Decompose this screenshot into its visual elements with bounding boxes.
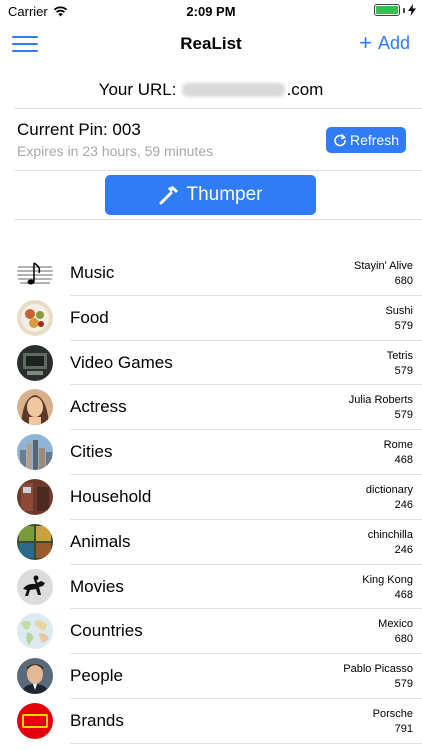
refresh-button[interactable]: Refresh [326, 127, 406, 153]
list-item-movies[interactable]: Movies King Kong 468 [0, 565, 422, 610]
add-label: Add [377, 32, 410, 53]
clock: 2:09 PM [186, 4, 236, 19]
item-top-answer: dictionary [365, 483, 413, 496]
item-top-answer: Tetris [386, 349, 413, 362]
item-top-answer: Porsche [372, 707, 413, 720]
item-detail: King Kong 468 [362, 573, 413, 603]
item-label: Countries [70, 621, 143, 641]
item-detail: Rome 468 [384, 438, 413, 468]
item-top-answer: Pablo Picasso [343, 663, 413, 676]
list-item-people[interactable]: People Pablo Picasso 579 [0, 654, 422, 699]
music-notes-icon [17, 255, 53, 291]
item-detail: Tetris 579 [387, 349, 413, 379]
refresh-icon [334, 133, 346, 147]
battery-icon [374, 4, 400, 16]
item-detail: Julia Roberts 579 [349, 393, 413, 423]
list-item-actress[interactable]: Actress Julia Roberts 579 [0, 385, 422, 431]
charging-bolt-icon [408, 4, 416, 16]
item-count: 246 [394, 498, 413, 511]
item-top-answer: chinchilla [367, 528, 413, 541]
item-count: 468 [394, 588, 413, 601]
list-item-cities[interactable]: Cities Rome 468 [0, 430, 422, 475]
item-count: 579 [394, 364, 413, 377]
list-item-brands[interactable]: Brands Porsche 791 [0, 699, 422, 744]
video-games-icon [17, 344, 53, 381]
plus-icon: + [359, 30, 372, 55]
item-detail: dictionary 246 [366, 483, 413, 513]
item-label: Food [70, 307, 109, 327]
item-label: Household [70, 486, 152, 506]
item-detail: Sushi 579 [385, 304, 413, 334]
item-top-answer: Mexico [378, 618, 413, 631]
redacted-url-host [182, 83, 286, 97]
item-count: 791 [394, 722, 413, 735]
url-suffix: .com [286, 80, 324, 99]
city-skyline-icon [17, 434, 53, 471]
item-count: 579 [394, 678, 413, 691]
item-label: People [70, 666, 123, 686]
item-count: 579 [394, 409, 413, 422]
item-top-answer: Sushi [385, 304, 413, 317]
item-detail: Stayin' Alive 680 [354, 259, 413, 289]
item-label: Actress [70, 397, 127, 417]
thumper-label: Thumper [186, 184, 263, 205]
list-item-food[interactable]: Food Sushi 579 [0, 296, 422, 341]
battery-indicator [374, 4, 416, 16]
item-label: Video Games [70, 352, 173, 372]
item-label: Movies [70, 576, 124, 596]
item-count: 680 [394, 275, 413, 287]
item-label: Music [70, 263, 115, 282]
list-item-countries[interactable]: Countries Mexico 680 [0, 609, 422, 655]
lego-logo-icon [17, 702, 53, 739]
item-detail: Pablo Picasso 579 [343, 662, 413, 692]
item-count: 680 [394, 633, 413, 646]
item-detail: Porsche 791 [373, 707, 413, 737]
item-top-answer: Rome [383, 439, 413, 452]
item-top-answer: King Kong [362, 573, 413, 586]
item-count: 579 [394, 319, 413, 332]
item-detail: chinchilla 246 [368, 528, 413, 558]
list-item-household[interactable]: Household dictionary 246 [0, 475, 422, 520]
item-top-answer: Julia Roberts [348, 394, 413, 407]
pin-expiry: Expires in 23 hours, 59 minutes [17, 143, 214, 159]
person-photo-icon [17, 658, 53, 695]
add-button[interactable]: + Add [359, 32, 410, 54]
divider [14, 219, 422, 220]
list-item-video-games[interactable]: Video Games Tetris 579 [0, 341, 422, 386]
status-bar: Carrier 2:09 PM [0, 0, 422, 22]
current-pin: Current Pin: 003 [17, 120, 141, 139]
item-label: Animals [70, 531, 131, 551]
list-item-music[interactable]: Music Stayin' Alive 680 [0, 251, 422, 296]
list-item-animals[interactable]: Animals chinchilla 246 [0, 520, 422, 565]
item-count: 468 [394, 454, 413, 467]
divider [14, 108, 422, 109]
item-detail: Mexico 680 [378, 617, 413, 647]
url-row: Your URL: .com [0, 72, 422, 108]
item-top-answer: Stayin' Alive [354, 260, 413, 272]
household-icon [17, 478, 53, 515]
url-prefix: Your URL: [98, 80, 177, 99]
food-plate-icon [17, 299, 53, 336]
horse-rider-icon [17, 568, 53, 605]
refresh-label: Refresh [349, 132, 400, 148]
item-label: Brands [70, 710, 124, 730]
divider [14, 170, 422, 171]
world-map-icon [17, 613, 53, 650]
actress-photo-icon [17, 389, 53, 426]
thumper-button[interactable]: Thumper [105, 175, 316, 215]
item-label: Cities [70, 442, 113, 462]
hammer-icon [159, 186, 179, 205]
navigation-bar: ReaList + Add [0, 22, 422, 66]
animals-icon [17, 523, 53, 560]
category-list: Music Stayin' Alive 680 Food Sushi 579 V… [0, 251, 422, 744]
item-count: 246 [394, 543, 413, 556]
